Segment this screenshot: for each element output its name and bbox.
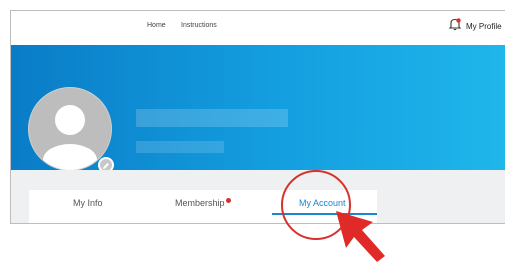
- browser-frame: Home Instructions My Profile My Info Mem…: [10, 10, 505, 224]
- user-avatar-icon: [43, 105, 97, 170]
- profile-subtitle-placeholder: [136, 141, 224, 153]
- nav-home-link[interactable]: Home: [147, 22, 166, 29]
- red-arrow-pointer-icon: [336, 211, 385, 262]
- notification-badge: [225, 198, 231, 203]
- tab-membership-label: Membership: [175, 198, 225, 208]
- bell-icon: [448, 17, 462, 36]
- tab-my-info[interactable]: My Info: [73, 198, 103, 208]
- tab-membership[interactable]: Membership: [175, 198, 231, 208]
- profile-name-placeholder: [136, 109, 288, 127]
- tabs-area: My Info Membership My Account: [11, 170, 505, 223]
- my-profile-button[interactable]: My Profile: [448, 17, 502, 35]
- my-profile-label: My Profile: [466, 21, 502, 31]
- top-navigation: Home Instructions My Profile: [11, 11, 505, 45]
- nav-instructions-link[interactable]: Instructions: [181, 22, 217, 29]
